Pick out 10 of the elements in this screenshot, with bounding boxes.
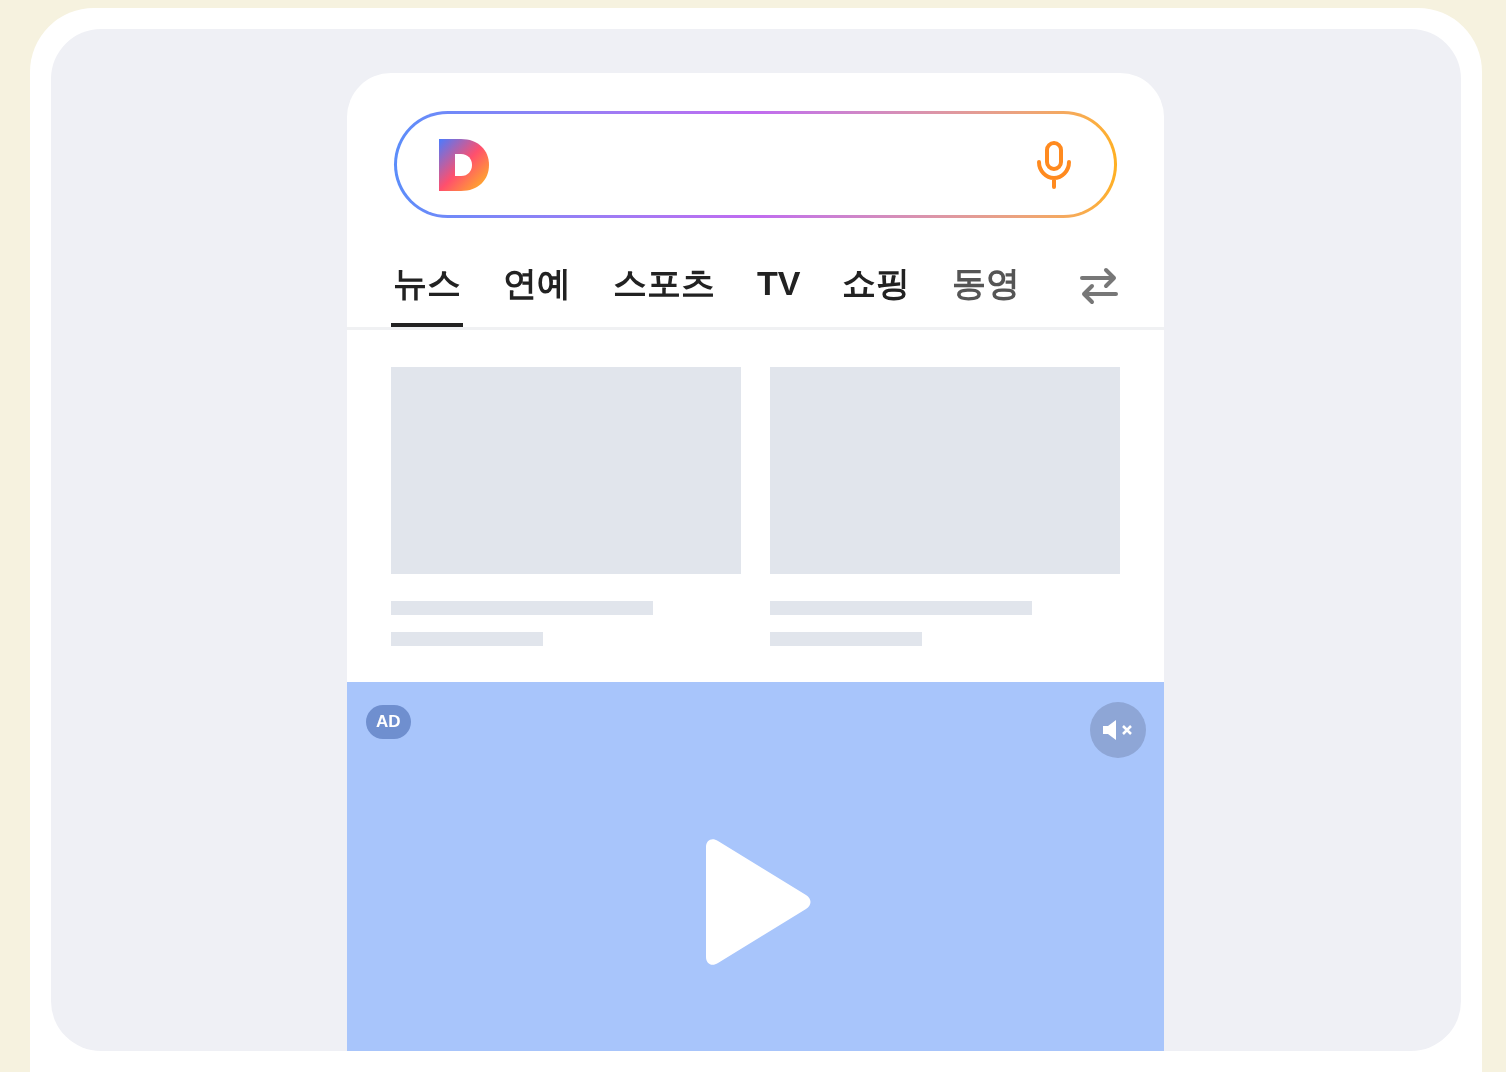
tab[interactable]: 연예: [501, 244, 573, 327]
logo-icon: [437, 136, 491, 193]
ad-label: AD: [366, 705, 411, 739]
tab[interactable]: 쇼핑: [840, 244, 913, 327]
microphone-icon[interactable]: [1034, 139, 1074, 190]
tab[interactable]: 스포츠: [611, 244, 717, 327]
mute-button[interactable]: [1090, 702, 1146, 758]
tab[interactable]: TV: [755, 244, 803, 327]
tab[interactable]: 동영: [950, 244, 1023, 327]
muted-speaker-icon: [1101, 718, 1135, 742]
